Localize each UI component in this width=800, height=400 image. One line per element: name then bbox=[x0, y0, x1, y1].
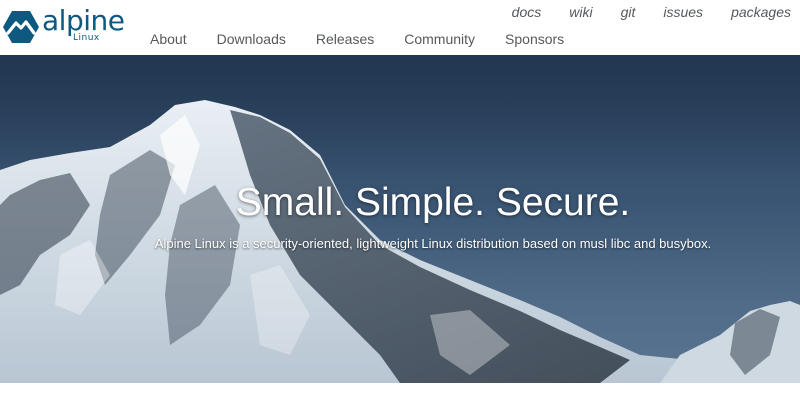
content-area bbox=[0, 383, 800, 400]
nav-link-docs[interactable]: docs bbox=[512, 4, 542, 20]
secondary-nav: docs wiki git issues packages bbox=[484, 4, 791, 20]
nav-link-packages[interactable]: packages bbox=[731, 4, 791, 20]
primary-nav: About Downloads Releases Community Spons… bbox=[150, 31, 594, 47]
hero-title: Small. Simple. Secure. bbox=[235, 181, 631, 224]
nav-link-about[interactable]: About bbox=[150, 31, 187, 47]
nav-link-sponsors[interactable]: Sponsors bbox=[505, 31, 564, 47]
page: alpine Linux docs wiki git issues packag… bbox=[0, 0, 800, 400]
alpine-logo[interactable]: alpine Linux bbox=[3, 5, 128, 46]
alpine-mountain-icon bbox=[3, 11, 39, 43]
nav-link-issues[interactable]: issues bbox=[663, 4, 703, 20]
brand-subname: Linux bbox=[73, 33, 100, 43]
hero-banner: Small. Simple. Secure. Alpine Linux is a… bbox=[0, 55, 800, 383]
nav-link-community[interactable]: Community bbox=[404, 31, 475, 47]
nav-link-wiki[interactable]: wiki bbox=[569, 4, 592, 20]
site-header: alpine Linux docs wiki git issues packag… bbox=[0, 0, 800, 55]
hero-subtitle: Alpine Linux is a security-oriented, lig… bbox=[154, 236, 712, 251]
nav-link-downloads[interactable]: Downloads bbox=[217, 31, 286, 47]
nav-link-releases[interactable]: Releases bbox=[316, 31, 374, 47]
nav-link-git[interactable]: git bbox=[621, 4, 636, 20]
